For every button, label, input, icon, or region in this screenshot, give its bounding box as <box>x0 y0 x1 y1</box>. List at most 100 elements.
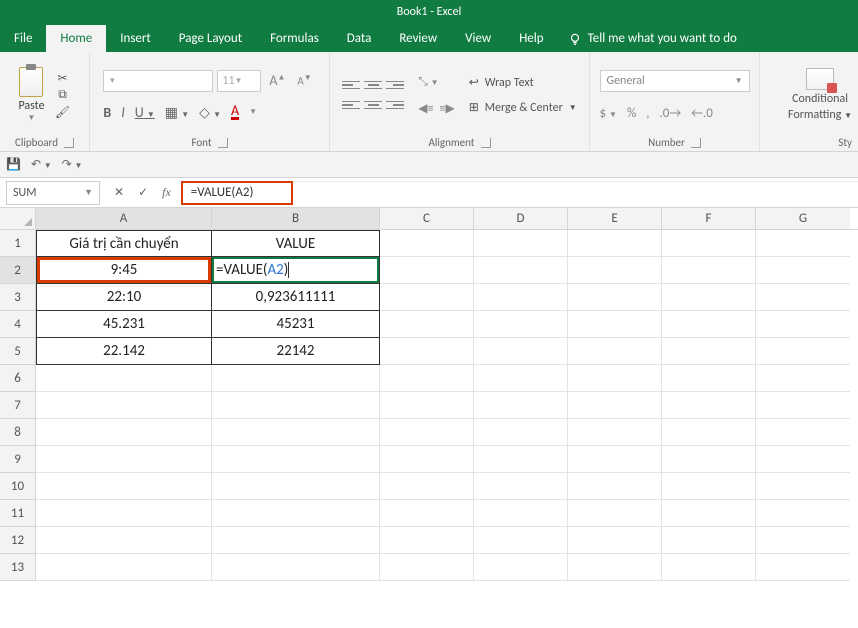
formula-bar-input[interactable]: =VALUE(A2) <box>181 181 293 205</box>
cell[interactable] <box>756 500 850 527</box>
cell[interactable] <box>474 230 568 257</box>
cell[interactable] <box>662 446 756 473</box>
row-header-7[interactable]: 7 <box>0 392 36 419</box>
cell[interactable] <box>36 446 212 473</box>
cell-a1[interactable]: Giá trị cần chuyển <box>36 230 212 257</box>
worksheet-grid[interactable]: A B C D E F G 1 Giá trị cần chuyển VALUE… <box>0 208 858 581</box>
cell[interactable] <box>568 257 662 284</box>
increase-decimal-button[interactable]: .0→ <box>660 106 682 121</box>
cell[interactable] <box>474 257 568 284</box>
cell[interactable] <box>212 365 380 392</box>
decrease-indent-button[interactable]: ◀≡ <box>418 101 433 116</box>
tab-review[interactable]: Review <box>385 25 451 52</box>
cell[interactable] <box>474 365 568 392</box>
cell[interactable] <box>474 338 568 365</box>
cell[interactable] <box>380 230 474 257</box>
cell[interactable] <box>568 500 662 527</box>
cell[interactable] <box>662 392 756 419</box>
col-header-g[interactable]: G <box>756 208 850 229</box>
cell[interactable] <box>568 446 662 473</box>
tab-page-layout[interactable]: Page Layout <box>165 25 256 52</box>
cell[interactable] <box>662 257 756 284</box>
cell[interactable] <box>212 446 380 473</box>
cut-button[interactable]: ✂ <box>55 71 71 85</box>
tab-data[interactable]: Data <box>333 25 386 52</box>
row-header-5[interactable]: 5 <box>0 338 36 365</box>
cell[interactable] <box>380 311 474 338</box>
col-header-e[interactable]: E <box>568 208 662 229</box>
number-dialog-launcher[interactable] <box>691 138 701 148</box>
cell[interactable] <box>36 419 212 446</box>
cell[interactable] <box>756 311 850 338</box>
col-header-d[interactable]: D <box>474 208 568 229</box>
cell[interactable] <box>756 338 850 365</box>
grow-font-button[interactable]: A▲ <box>265 72 289 89</box>
cell[interactable] <box>474 500 568 527</box>
accounting-format-button[interactable]: $ ▼ <box>600 106 617 121</box>
col-header-f[interactable]: F <box>662 208 756 229</box>
cell[interactable] <box>756 230 850 257</box>
formula-bar-extension[interactable] <box>293 181 858 205</box>
cell[interactable] <box>212 554 380 581</box>
tab-help[interactable]: Help <box>505 25 557 52</box>
cell[interactable] <box>380 365 474 392</box>
font-dialog-launcher[interactable] <box>218 138 228 148</box>
cell[interactable] <box>380 257 474 284</box>
tell-me-search[interactable]: Tell me what you want to do <box>558 31 747 52</box>
cell[interactable] <box>568 554 662 581</box>
cell[interactable] <box>662 365 756 392</box>
cell[interactable] <box>568 392 662 419</box>
cell[interactable] <box>380 500 474 527</box>
cell[interactable] <box>380 419 474 446</box>
font-color-button[interactable]: A <box>231 105 239 120</box>
vertical-align-buttons[interactable] <box>342 78 404 92</box>
name-box[interactable]: SUM ▼ <box>6 181 100 205</box>
cell-a2[interactable]: 9:45 <box>36 257 212 284</box>
cell[interactable] <box>662 554 756 581</box>
row-header-11[interactable]: 11 <box>0 500 36 527</box>
cell-b5[interactable]: 22142 <box>212 338 380 365</box>
cell[interactable] <box>380 446 474 473</box>
redo-button[interactable]: ↷ ▼ <box>62 157 83 172</box>
cell[interactable] <box>380 392 474 419</box>
borders-button[interactable]: ▦ ▼ <box>165 104 189 121</box>
font-name-combo[interactable]: ▼ <box>103 70 213 92</box>
cell[interactable] <box>568 365 662 392</box>
row-header-8[interactable]: 8 <box>0 419 36 446</box>
col-header-a[interactable]: A <box>36 208 212 229</box>
cell[interactable] <box>474 446 568 473</box>
cancel-formula-button[interactable]: ✕ <box>114 185 124 200</box>
cell[interactable] <box>568 230 662 257</box>
cell[interactable] <box>662 284 756 311</box>
undo-button[interactable]: ↶ ▼ <box>31 157 52 172</box>
cell[interactable] <box>212 473 380 500</box>
tab-view[interactable]: View <box>451 25 505 52</box>
decrease-decimal-button[interactable]: ←.0 <box>691 106 713 121</box>
italic-button[interactable]: I <box>121 104 125 121</box>
cell[interactable] <box>568 311 662 338</box>
cell[interactable] <box>662 338 756 365</box>
cell[interactable] <box>662 473 756 500</box>
cell[interactable] <box>662 500 756 527</box>
comma-format-button[interactable]: , <box>646 106 649 121</box>
enter-formula-button[interactable]: ✓ <box>138 185 148 200</box>
format-painter-button[interactable]: 🖌 <box>55 105 71 119</box>
cell[interactable] <box>568 419 662 446</box>
cell[interactable] <box>662 527 756 554</box>
cell[interactable] <box>474 473 568 500</box>
cell[interactable] <box>568 473 662 500</box>
increase-indent-button[interactable]: ≡▶ <box>440 101 455 116</box>
cell[interactable] <box>36 392 212 419</box>
cell[interactable] <box>36 527 212 554</box>
cell[interactable] <box>756 527 850 554</box>
cell-a5[interactable]: 22.142 <box>36 338 212 365</box>
cell[interactable] <box>756 419 850 446</box>
cell[interactable] <box>756 554 850 581</box>
underline-button[interactable]: U ▼ <box>135 104 155 121</box>
cell[interactable] <box>568 527 662 554</box>
bold-button[interactable]: B <box>103 104 111 121</box>
fill-color-button[interactable]: ◇ ▼ <box>199 104 221 121</box>
row-header-10[interactable]: 10 <box>0 473 36 500</box>
cell[interactable] <box>212 527 380 554</box>
row-header-6[interactable]: 6 <box>0 365 36 392</box>
